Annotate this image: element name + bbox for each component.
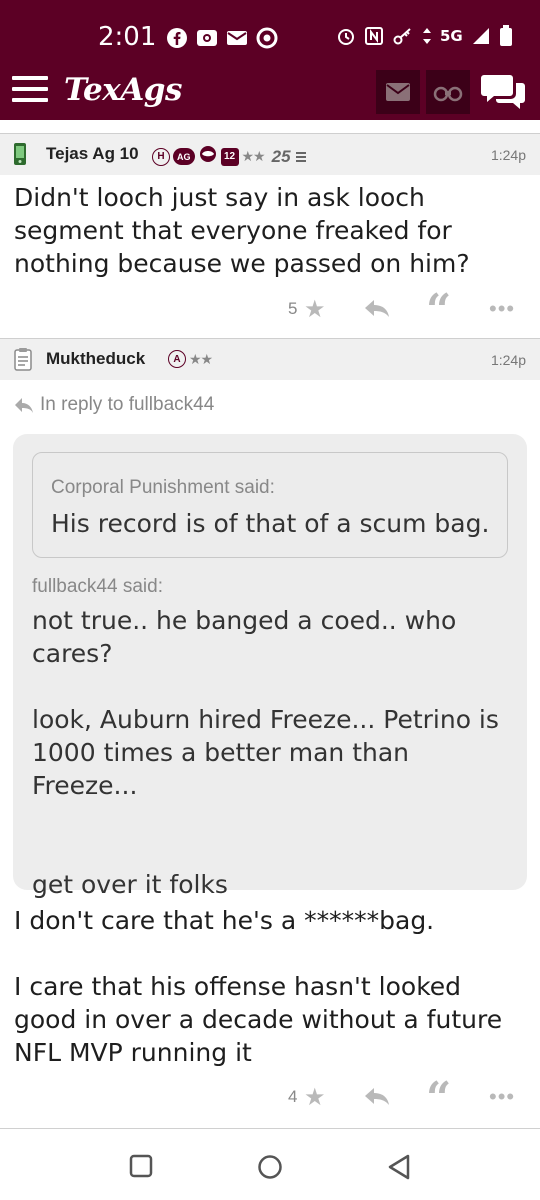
like-count: 4 [288,1087,298,1106]
rank-number: 25 [271,146,291,166]
nfc-icon [364,24,384,48]
recents-button[interactable] [129,1154,153,1183]
quote-text: not true.. he banged a coed.. who cares?… [32,606,499,899]
key-icon [392,24,414,48]
radio-icon [196,26,218,50]
more-options-icon[interactable]: ••• [489,296,515,322]
like-star-icon[interactable]: ★ [304,1083,326,1112]
home-button[interactable] [257,1154,283,1185]
username[interactable]: Tejas Ag 10 [46,144,139,164]
system-nav-bar [0,1132,540,1200]
reply-icon[interactable] [364,1086,390,1111]
badge-ag: AG [173,148,195,165]
square-icon [129,1154,153,1178]
username[interactable]: Muktheduck [46,349,145,369]
badge-logo-icon [198,145,218,168]
more-options-icon[interactable]: ••• [489,1084,515,1110]
post-actions: 5 ★ “ ••• [0,289,540,333]
envelope-icon [386,83,410,101]
like-count: 5 [288,299,298,318]
watch-button[interactable] [426,70,470,114]
reply-icon[interactable] [364,298,390,323]
app-header: 2:01 5G TexAgs [0,0,540,120]
menu-hamburger-icon[interactable] [12,76,48,106]
facebook-icon [166,26,188,50]
quote-icon[interactable]: “ [426,1077,451,1121]
divider [0,1128,540,1129]
badge-a: A [168,350,186,368]
quote-icon[interactable]: “ [426,289,451,333]
star-rating: ★★ [241,148,266,164]
circle-icon [258,1155,282,1179]
like-star-icon[interactable]: ★ [304,295,326,324]
chrome-icon [256,26,278,50]
status-time: 2:01 [98,22,157,52]
back-triangle-icon [388,1154,410,1180]
chat-button[interactable] [478,70,528,114]
quote-attribution: fullback44 said: [32,576,163,597]
user-badges: A ★★ [168,350,213,368]
chat-bubbles-icon [481,75,525,109]
network-type: 5G [440,27,463,45]
post-time[interactable]: 1:24p [491,147,526,163]
data-arrows-icon [422,24,432,48]
nested-quote-block: Corporal Punishment said: His record is … [32,452,508,558]
badge-h: H [152,147,170,166]
rank-lines-icon [295,150,306,164]
binoculars-icon [433,86,463,102]
nested-quote-attribution: Corporal Punishment said: [51,477,275,498]
post-time[interactable]: 1:24p [491,352,526,368]
signal-icon [471,24,491,48]
post-actions: 4 ★ “ ••• [0,1077,540,1121]
notification-icons [166,26,278,50]
nested-quote-text: His record is of that of a scum bag. [51,509,490,538]
back-button[interactable] [387,1154,411,1185]
alarm-icon [336,24,356,48]
post-body: Didn't looch just say in ask looch segme… [14,183,470,278]
phone-icon [13,142,27,171]
post-header: Muktheduck A ★★ 1:24p [0,338,540,380]
in-reply-link[interactable]: In reply to fullback44 [14,394,214,416]
in-reply-text: In reply to fullback44 [40,394,215,415]
texags-logo[interactable]: TexAgs [64,72,182,108]
mail-icon [226,26,248,50]
messages-button[interactable] [376,70,420,114]
system-icons: 5G [336,24,513,48]
post-header: Tejas Ag 10 H AG 12 ★★ 25 1:24p [0,133,540,175]
badge-12: 12 [220,147,239,166]
notepad-icon [13,347,33,376]
user-badges: H AG 12 ★★ 25 [152,145,306,168]
battery-icon [499,24,513,48]
quote-block: Corporal Punishment said: His record is … [13,434,527,899]
reply-arrow-icon [15,398,33,413]
star-rating: ★★ [189,350,213,367]
post-body: I don't care that he's a ******bag. I ca… [14,906,503,1067]
